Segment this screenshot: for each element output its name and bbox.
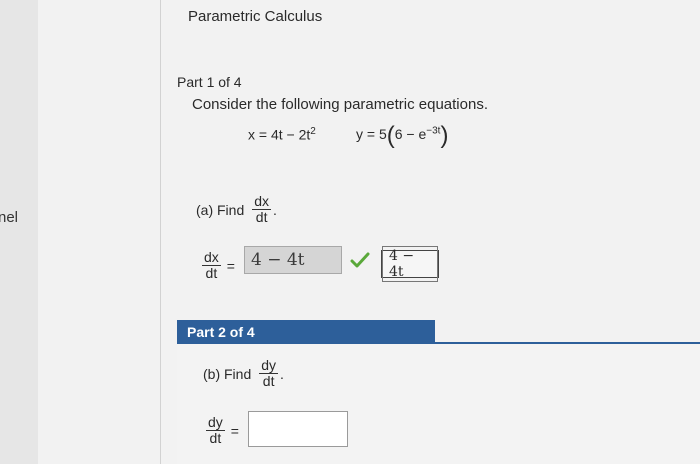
part-2-header: Part 2 of 4 — [177, 320, 435, 344]
equation-y: y = 5(6 − e−3t) — [356, 122, 449, 149]
equation-x-exponent: 2 — [310, 126, 316, 137]
check-icon — [350, 252, 370, 268]
equation-x-text: x = 4t − 2t — [248, 126, 311, 143]
part-b-label: (b) Find — [203, 365, 252, 382]
part-a-prompt: (a) Find dx dt . — [196, 193, 277, 225]
question-prompt: Consider the following parametric equati… — [192, 96, 488, 113]
dy-dt-fraction: dy dt — [259, 357, 279, 389]
page-title: Parametric Calculus — [188, 8, 323, 25]
part-1-heading: Part 1 of 4 — [177, 74, 242, 90]
correct-answer-value: 4 − 4t — [382, 246, 438, 282]
dy-dt-fraction-answer: dy dt — [206, 414, 225, 446]
part-a-label: (a) Find — [196, 201, 245, 218]
equation-y-inner: 6 − e — [394, 126, 427, 142]
panel-divider — [160, 0, 161, 464]
equation-x: x = 4t − 2t2 — [248, 126, 316, 143]
left-side-panel — [0, 0, 39, 464]
equation-y-prefix: y = 5 — [356, 126, 387, 142]
dx-dt-fraction: dx dt — [252, 193, 272, 225]
answer-a-label: dx dt = — [202, 249, 235, 281]
answer-b-label: dy dt = — [206, 414, 239, 446]
dx-dt-fraction-answer: dx dt — [202, 249, 221, 281]
equation-y-exponent: −3t — [426, 125, 441, 137]
answer-b-input[interactable] — [248, 411, 348, 447]
correct-answer-box: 4 − 4t — [381, 246, 439, 282]
part-b-prompt: (b) Find dy dt . — [203, 357, 284, 389]
side-panel-label: nel — [0, 209, 19, 226]
answer-a-input[interactable]: 4 − 4t — [244, 246, 342, 274]
part-2-header-line — [435, 342, 700, 344]
